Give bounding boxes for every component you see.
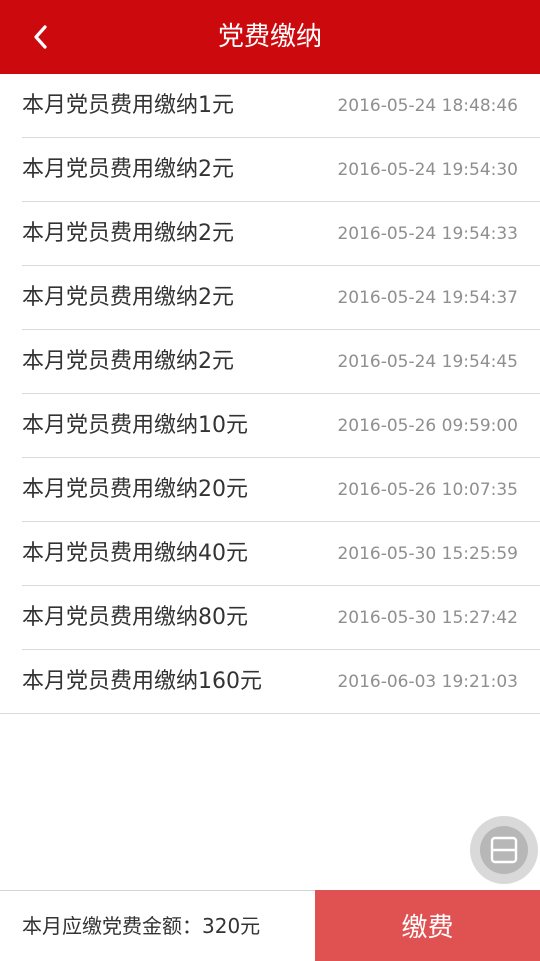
record-label: 本月党员费用缴纳2元 [22,221,234,246]
list-item[interactable]: 本月党员费用缴纳80元 2016-05-30 15:27:42 [22,586,540,650]
record-label: 本月党员费用缴纳2元 [22,157,234,182]
app-header: 党费缴纳 [0,0,540,74]
record-time: 2016-05-24 19:54:33 [337,224,518,244]
list-item[interactable]: 本月党员费用缴纳2元 2016-05-24 19:54:30 [22,138,540,202]
payment-record-list: 本月党员费用缴纳1元 2016-05-24 18:48:46 本月党员费用缴纳2… [0,74,540,714]
record-time: 2016-05-24 19:54:37 [337,288,518,308]
record-time: 2016-05-24 19:54:30 [337,160,518,180]
record-time: 2016-05-26 09:59:00 [337,416,518,436]
list-item[interactable]: 本月党员费用缴纳2元 2016-05-24 19:54:33 [22,202,540,266]
list-item[interactable]: 本月党员费用缴纳1元 2016-05-24 18:48:46 [22,74,540,138]
page-title: 党费缴纳 [217,22,322,52]
list-item[interactable]: 本月党员费用缴纳2元 2016-05-24 19:54:45 [22,330,540,394]
floating-action-button[interactable] [470,816,538,884]
bottom-bar: 本月应缴党费金额：320元 缴费 [0,890,540,961]
record-time: 2016-05-24 19:54:45 [337,352,518,372]
record-label: 本月党员费用缴纳2元 [22,285,234,310]
record-time: 2016-06-03 19:21:03 [337,672,518,692]
record-label: 本月党员费用缴纳160元 [22,669,262,694]
record-label: 本月党员费用缴纳2元 [22,349,234,374]
record-label: 本月党员费用缴纳1元 [22,93,234,118]
record-time: 2016-05-30 15:27:42 [337,608,518,628]
record-label: 本月党员费用缴纳40元 [22,541,248,566]
list-item[interactable]: 本月党员费用缴纳10元 2016-05-26 09:59:00 [22,394,540,458]
record-time: 2016-05-30 15:25:59 [337,544,518,564]
list-item[interactable]: 本月党员费用缴纳160元 2016-06-03 19:21:03 [0,650,540,714]
pay-button[interactable]: 缴费 [315,890,540,961]
split-window-icon [490,836,518,864]
list-item[interactable]: 本月党员费用缴纳2元 2016-05-24 19:54:37 [22,266,540,330]
due-amount-text: 本月应缴党费金额：320元 [22,914,261,938]
record-time: 2016-05-24 18:48:46 [337,96,518,116]
list-item[interactable]: 本月党员费用缴纳20元 2016-05-26 10:07:35 [22,458,540,522]
record-label: 本月党员费用缴纳10元 [22,413,248,438]
record-time: 2016-05-26 10:07:35 [337,480,518,500]
list-item[interactable]: 本月党员费用缴纳40元 2016-05-30 15:25:59 [22,522,540,586]
record-label: 本月党员费用缴纳20元 [22,477,248,502]
record-label: 本月党员费用缴纳80元 [22,605,248,630]
